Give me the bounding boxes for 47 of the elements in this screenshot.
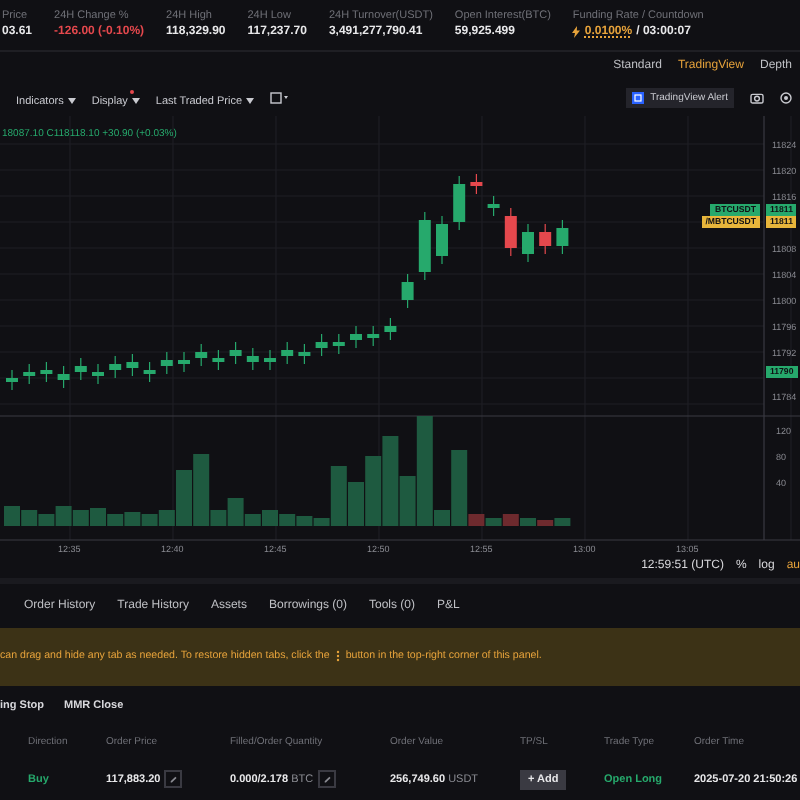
candle (350, 326, 362, 350)
edit-icon[interactable] (164, 770, 183, 789)
candle (556, 220, 569, 256)
caret-icon (67, 98, 76, 105)
candle (212, 350, 225, 372)
candle (453, 176, 466, 232)
candle (23, 364, 36, 386)
candle (384, 318, 397, 342)
notification-dot (129, 89, 134, 94)
alert-icon (632, 92, 645, 105)
candle (332, 334, 345, 356)
candle (6, 370, 18, 392)
lightning-icon (572, 26, 581, 39)
candle (487, 196, 500, 218)
more-icon (333, 650, 342, 663)
candle (436, 216, 448, 266)
candle (74, 358, 87, 382)
settings-icon[interactable] (780, 92, 792, 105)
candle (40, 362, 53, 384)
candle (126, 354, 139, 378)
candle (367, 326, 380, 348)
caret-icon (246, 98, 255, 105)
candle (143, 362, 156, 384)
caret-icon (131, 98, 140, 105)
candle (522, 224, 534, 264)
candle (315, 334, 328, 358)
edit-icon[interactable] (317, 770, 336, 789)
candle (418, 212, 431, 282)
candle (298, 344, 311, 366)
candle (229, 342, 242, 366)
candle (281, 342, 294, 366)
candle (160, 352, 173, 376)
candle (504, 208, 517, 258)
candle (57, 366, 70, 390)
volume-bar (72, 510, 89, 527)
camera-icon[interactable] (750, 92, 764, 105)
candle (539, 224, 552, 256)
candle (401, 274, 414, 310)
candle (109, 356, 122, 380)
candle (178, 352, 190, 374)
candle (470, 174, 483, 196)
layout-icon[interactable] (270, 92, 289, 105)
candle (246, 348, 259, 372)
candle (92, 364, 104, 386)
candle (264, 350, 276, 372)
candle (195, 344, 208, 368)
volume-bar (21, 510, 38, 527)
